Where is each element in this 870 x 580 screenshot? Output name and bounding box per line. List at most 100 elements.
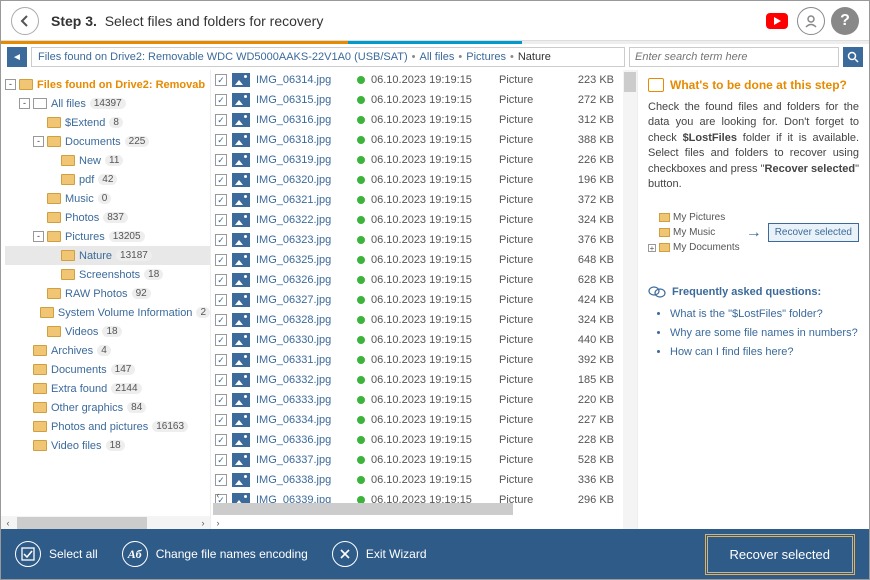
file-checkbox[interactable]: ✓: [215, 194, 227, 206]
tree-item[interactable]: Archives4: [5, 341, 210, 360]
file-checkbox[interactable]: ✓: [215, 274, 227, 286]
faq-link[interactable]: What is the "$LostFiles" folder?: [670, 305, 859, 324]
tree-item-count: 18: [144, 269, 163, 280]
tree-item[interactable]: -Pictures13205: [5, 227, 210, 246]
faq-link[interactable]: How can I find files here?: [670, 343, 859, 362]
file-size: 440 KB: [559, 334, 614, 346]
file-checkbox[interactable]: ✓: [215, 114, 227, 126]
tree-item[interactable]: Other graphics84: [5, 398, 210, 417]
recover-selected-button[interactable]: Recover selected: [705, 534, 855, 575]
tree-item[interactable]: Photos837: [5, 208, 210, 227]
file-checkbox[interactable]: ✓: [215, 394, 227, 406]
tree-item[interactable]: Documents147: [5, 360, 210, 379]
file-checkbox[interactable]: ✓: [215, 294, 227, 306]
file-row[interactable]: ✓IMG_06330.jpg06.10.2023 19:19:15Picture…: [211, 330, 623, 350]
back-button[interactable]: [11, 7, 39, 35]
tree-item[interactable]: pdf42: [5, 170, 210, 189]
tree-item[interactable]: - Files found on Drive2: Removab: [5, 75, 210, 94]
tree-item-label: Documents: [51, 364, 107, 376]
file-checkbox[interactable]: ✓: [215, 434, 227, 446]
file-row[interactable]: ✓IMG_06320.jpg06.10.2023 19:19:15Picture…: [211, 170, 623, 190]
file-row[interactable]: ✓IMG_06333.jpg06.10.2023 19:19:15Picture…: [211, 390, 623, 410]
status-good-icon: [357, 416, 365, 424]
tree-item[interactable]: RAW Photos92: [5, 284, 210, 303]
tree-item[interactable]: -All files14397: [5, 94, 210, 113]
tree-item[interactable]: Music0: [5, 189, 210, 208]
tree-item[interactable]: Video files18: [5, 436, 210, 455]
exit-wizard-button[interactable]: Exit Wizard: [332, 541, 427, 567]
file-row[interactable]: ✓IMG_06338.jpg06.10.2023 19:19:15Picture…: [211, 470, 623, 490]
file-list-vertical-scrollbar[interactable]: [623, 70, 637, 516]
file-checkbox[interactable]: ✓: [215, 214, 227, 226]
file-row[interactable]: ✓IMG_06316.jpg06.10.2023 19:19:15Picture…: [211, 110, 623, 130]
file-list-horizontal-scrollbar[interactable]: ‹›: [211, 488, 623, 530]
file-row[interactable]: ✓IMG_06325.jpg06.10.2023 19:19:15Picture…: [211, 250, 623, 270]
file-checkbox[interactable]: ✓: [215, 474, 227, 486]
expand-toggle[interactable]: -: [19, 98, 30, 109]
file-row[interactable]: ✓IMG_06331.jpg06.10.2023 19:19:15Picture…: [211, 350, 623, 370]
status-good-icon: [357, 256, 365, 264]
tree-item[interactable]: System Volume Information2: [5, 303, 210, 322]
file-name: IMG_06314.jpg: [256, 74, 351, 86]
file-row[interactable]: ✓IMG_06336.jpg06.10.2023 19:19:15Picture…: [211, 430, 623, 450]
search-input[interactable]: [629, 47, 839, 67]
tree-item[interactable]: Extra found2144: [5, 379, 210, 398]
tree-item[interactable]: Photos and pictures16163: [5, 417, 210, 436]
folder-tree[interactable]: -Files found on Drive2: Removab-All file…: [1, 70, 211, 530]
youtube-icon[interactable]: [763, 7, 791, 35]
file-checkbox[interactable]: ✓: [215, 414, 227, 426]
breadcrumb-back-button[interactable]: ◄: [7, 47, 27, 67]
file-checkbox[interactable]: ✓: [215, 174, 227, 186]
file-checkbox[interactable]: ✓: [215, 234, 227, 246]
change-encoding-button[interactable]: Аб Change file names encoding: [122, 541, 308, 567]
breadcrumb[interactable]: Files found on Drive2: Removable WDC WD5…: [31, 47, 625, 67]
file-checkbox[interactable]: ✓: [215, 354, 227, 366]
file-checkbox[interactable]: ✓: [215, 314, 227, 326]
file-size: 196 KB: [559, 174, 614, 186]
select-all-button[interactable]: Select all: [15, 541, 98, 567]
file-row[interactable]: ✓IMG_06328.jpg06.10.2023 19:19:15Picture…: [211, 310, 623, 330]
file-row[interactable]: ✓IMG_06314.jpg06.10.2023 19:19:15Picture…: [211, 70, 623, 90]
file-checkbox[interactable]: ✓: [215, 374, 227, 386]
file-size: 324 KB: [559, 314, 614, 326]
tree-item[interactable]: Screenshots18: [5, 265, 210, 284]
expand-toggle[interactable]: -: [33, 136, 44, 147]
file-row[interactable]: ✓IMG_06334.jpg06.10.2023 19:19:15Picture…: [211, 410, 623, 430]
file-row[interactable]: ✓IMG_06321.jpg06.10.2023 19:19:15Picture…: [211, 190, 623, 210]
tree-item-count: 2144: [111, 383, 141, 394]
account-icon[interactable]: [797, 7, 825, 35]
file-row[interactable]: ✓IMG_06332.jpg06.10.2023 19:19:15Picture…: [211, 370, 623, 390]
help-icon[interactable]: ?: [831, 7, 859, 35]
expand-toggle[interactable]: -: [5, 79, 16, 90]
file-checkbox[interactable]: ✓: [215, 134, 227, 146]
file-list[interactable]: ✓ IMG_06314.jpg 06.10.2023 19:19:15 Picture…: [211, 70, 623, 516]
file-checkbox[interactable]: ✓: [215, 74, 227, 86]
tree-item-label: Files found on Drive2: Removab: [37, 79, 205, 91]
file-row[interactable]: ✓IMG_06322.jpg06.10.2023 19:19:15Picture…: [211, 210, 623, 230]
tree-item[interactable]: Videos18: [5, 322, 210, 341]
faq-link[interactable]: Why are some file names in numbers?: [670, 324, 859, 343]
file-row[interactable]: ✓IMG_06337.jpg06.10.2023 19:19:15Picture…: [211, 450, 623, 470]
file-checkbox[interactable]: ✓: [215, 154, 227, 166]
file-type: Picture: [499, 274, 559, 286]
file-checkbox[interactable]: ✓: [215, 254, 227, 266]
file-row[interactable]: ✓IMG_06326.jpg06.10.2023 19:19:15Picture…: [211, 270, 623, 290]
tree-item[interactable]: New11: [5, 151, 210, 170]
status-good-icon: [357, 456, 365, 464]
search-button[interactable]: [843, 47, 863, 67]
tree-horizontal-scrollbar[interactable]: ‹›: [1, 516, 210, 530]
file-row[interactable]: ✓IMG_06319.jpg06.10.2023 19:19:15Picture…: [211, 150, 623, 170]
file-checkbox[interactable]: ✓: [215, 334, 227, 346]
expand-toggle[interactable]: -: [33, 231, 44, 242]
file-row[interactable]: ✓IMG_06323.jpg06.10.2023 19:19:15Picture…: [211, 230, 623, 250]
tree-item[interactable]: Nature13187: [5, 246, 210, 265]
file-row[interactable]: ✓IMG_06327.jpg06.10.2023 19:19:15Picture…: [211, 290, 623, 310]
file-row[interactable]: ✓IMG_06318.jpg06.10.2023 19:19:15Picture…: [211, 130, 623, 150]
file-date: 06.10.2023 19:19:15: [371, 434, 499, 446]
tree-item[interactable]: -Documents225: [5, 132, 210, 151]
file-checkbox[interactable]: ✓: [215, 94, 227, 106]
tree-item[interactable]: $Extend8: [5, 113, 210, 132]
file-row[interactable]: ✓IMG_06315.jpg06.10.2023 19:19:15Picture…: [211, 90, 623, 110]
file-type: Picture: [499, 294, 559, 306]
file-checkbox[interactable]: ✓: [215, 454, 227, 466]
